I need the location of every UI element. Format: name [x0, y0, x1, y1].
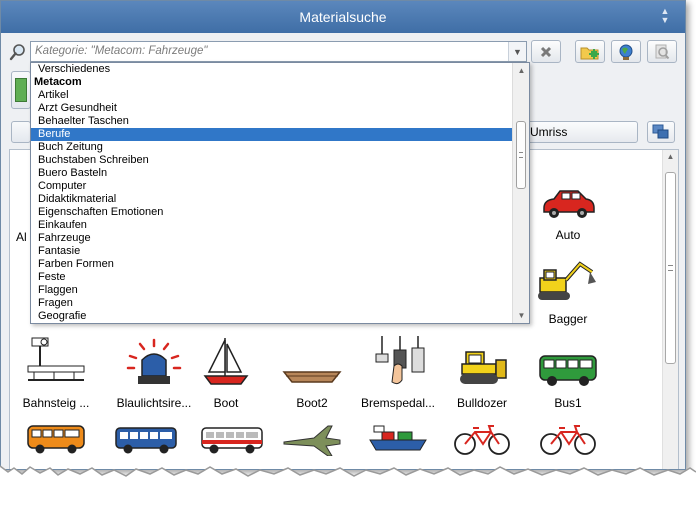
category-group-header: Metacom: [34, 76, 82, 88]
tile-bulldozer[interactable]: Bulldozer: [442, 332, 522, 410]
tile-bremspedal[interactable]: Bremspedal...: [358, 332, 438, 410]
bus-red-icon: [192, 416, 272, 456]
window-title: Materialsuche: [299, 9, 387, 25]
tile-bagger[interactable]: Bagger: [528, 248, 608, 326]
platform-icon: [16, 332, 96, 388]
category-list: Verschiedenes Metacom Artikel Arzt Gesundhe…: [31, 63, 512, 323]
category-option[interactable]: Feste: [31, 271, 512, 284]
add-folder-button[interactable]: [575, 40, 605, 63]
tile-jet[interactable]: [274, 416, 354, 456]
excavator-icon: [528, 248, 608, 304]
materialsuche-window: Materialsuche ▲ ▼ Kategorie: "Metacom: Fa…: [0, 0, 686, 470]
tile-label: Bagger: [548, 312, 588, 326]
collapse-arrows-icon[interactable]: ▲ ▼: [659, 7, 671, 27]
tile-label: Blaulichtsire...: [116, 396, 192, 410]
tile-label: Bulldozer: [456, 396, 508, 410]
category-option[interactable]: Computer: [31, 180, 512, 193]
tile-bicycle[interactable]: [442, 416, 522, 456]
category-option[interactable]: Fantasie: [31, 245, 512, 258]
tile-label: Bus1: [554, 396, 582, 410]
category-option[interactable]: Eigenschaften Emotionen: [31, 206, 512, 219]
tile-bahnsteig[interactable]: Bahnsteig ...: [16, 332, 96, 410]
dropdown-scrollbar[interactable]: ▲ ▼: [512, 63, 529, 323]
tile-bicycle-2[interactable]: [528, 416, 608, 456]
category-option[interactable]: Flaggen: [31, 284, 512, 297]
title-bar[interactable]: Materialsuche ▲ ▼: [1, 1, 685, 33]
dropdown-scroll-thumb[interactable]: [516, 121, 526, 189]
category-option[interactable]: Berufe: [31, 128, 512, 141]
bicycle-icon: [528, 416, 608, 456]
preview-icon: [15, 78, 27, 102]
category-option[interactable]: Einkaufen: [31, 219, 512, 232]
bulldozer-icon: [442, 332, 522, 388]
torn-edge-decoration: [0, 465, 696, 510]
layers-button[interactable]: [647, 121, 675, 143]
tile-label: Bremspedal...: [360, 396, 436, 410]
category-option[interactable]: Verschiedenes: [31, 63, 512, 76]
filter-strip-button[interactable]: [11, 121, 31, 143]
category-option[interactable]: Behaelter Taschen: [31, 115, 512, 128]
magnifier-disabled-icon: [655, 44, 670, 59]
scroll-up-icon[interactable]: ▲: [663, 152, 678, 161]
category-dropdown-list[interactable]: Verschiedenes Metacom Artikel Arzt Gesundhe…: [30, 62, 530, 324]
umriss-button[interactable]: Umriss: [523, 121, 638, 143]
close-icon: [540, 46, 552, 57]
globe-icon: [619, 44, 633, 60]
category-search-input[interactable]: Kategorie: "Metacom: Fahrzeuge": [35, 45, 207, 57]
tile-label: Boot: [213, 396, 239, 410]
jet-icon: [274, 416, 354, 456]
bus-blue-icon: [106, 416, 186, 456]
search-disabled-button[interactable]: [647, 40, 677, 63]
rowboat-icon: [272, 332, 352, 388]
category-option[interactable]: Fragen: [31, 297, 512, 310]
tile-boot[interactable]: Boot: [186, 332, 266, 410]
category-combobox[interactable]: Kategorie: "Metacom: Fahrzeuge" ▼: [30, 41, 527, 62]
clear-search-button[interactable]: [531, 40, 561, 63]
tile-ferry[interactable]: [358, 416, 438, 456]
grid-scrollbar[interactable]: ▲: [662, 150, 678, 469]
category-option[interactable]: Buero Basteln: [31, 167, 512, 180]
preview-toggle-button[interactable]: [11, 71, 31, 109]
tile-bus1[interactable]: Bus1: [528, 332, 608, 410]
globe-button[interactable]: [611, 40, 641, 63]
category-option[interactable]: Buch Zeitung: [31, 141, 512, 154]
tile-label: Bahnsteig ...: [22, 396, 90, 410]
umriss-label: Umriss: [530, 125, 568, 139]
category-option[interactable]: Farben Formen: [31, 258, 512, 271]
siren-icon: [114, 332, 194, 388]
bus-green-icon: [528, 332, 608, 388]
folder-add-icon: [580, 47, 599, 59]
tile-bus-red[interactable]: [192, 416, 272, 456]
tile-blaulicht[interactable]: Blaulichtsire...: [114, 332, 194, 410]
scroll-up-icon[interactable]: ▲: [513, 66, 529, 75]
category-option[interactable]: Didaktikmaterial: [31, 193, 512, 206]
grid-scroll-thumb[interactable]: [665, 172, 676, 364]
tile-bus-orange[interactable]: [16, 416, 96, 456]
car-icon: [528, 164, 608, 220]
chevron-down-icon[interactable]: ▼: [508, 42, 526, 61]
ferry-icon: [358, 416, 438, 456]
tile-bus-blue[interactable]: [106, 416, 186, 456]
pedals-icon: [358, 332, 438, 388]
bus-orange-icon: [16, 416, 96, 456]
category-option[interactable]: Fahrzeuge: [31, 232, 512, 245]
tile-auto[interactable]: Auto: [528, 164, 608, 242]
scroll-down-icon[interactable]: ▼: [513, 311, 529, 320]
tile-boot2[interactable]: Boot2: [272, 332, 352, 410]
category-option[interactable]: Artikel: [31, 89, 512, 102]
category-option[interactable]: Arzt Gesundheit: [31, 102, 512, 115]
tile-label: Auto: [555, 228, 581, 242]
bicycle-icon: [442, 416, 522, 456]
search-icon: [9, 44, 25, 61]
tile-label: Boot2: [296, 396, 328, 410]
category-option[interactable]: Buchstaben Schreiben: [31, 154, 512, 167]
category-option[interactable]: Geografie: [31, 310, 512, 323]
sailboat-icon: [186, 332, 266, 388]
layers-icon: [652, 124, 669, 139]
